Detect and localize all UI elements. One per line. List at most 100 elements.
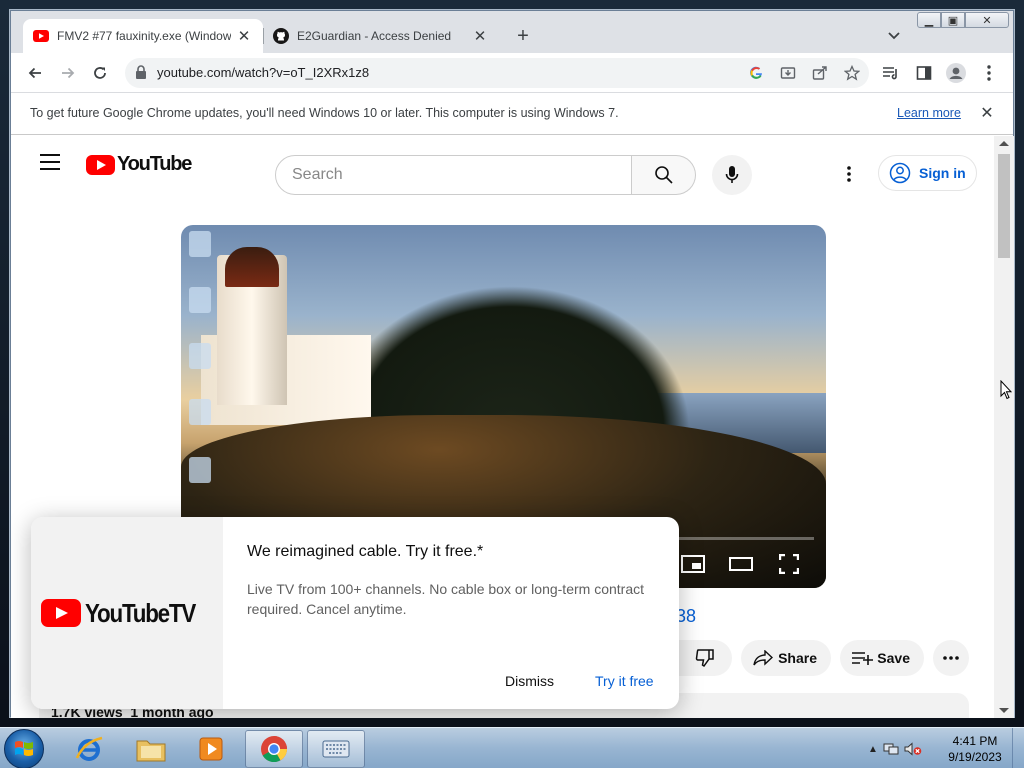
reading-list-button[interactable] bbox=[877, 59, 905, 87]
page-scrollbar[interactable] bbox=[994, 136, 1014, 718]
address-bar[interactable]: youtube.com/watch?v=oT_I2XRx1z8 bbox=[125, 58, 869, 88]
clock-date: 9/19/2023 bbox=[948, 750, 1002, 764]
scroll-up-arrow-icon[interactable] bbox=[999, 141, 1009, 146]
share-icon bbox=[751, 646, 774, 670]
mouse-cursor-icon bbox=[1000, 380, 1012, 400]
youtube-tv-promo-dialog: YouTubeTV We reimagined cable. Try it fr… bbox=[31, 517, 679, 709]
tab-youtube[interactable]: FMV2 #77 fauxinity.exe (Window ✕ bbox=[23, 19, 263, 53]
search-input[interactable]: Search bbox=[275, 155, 632, 195]
playlist-add-icon bbox=[850, 646, 873, 670]
dismiss-button[interactable]: Dismiss bbox=[505, 673, 554, 689]
desktop-icon bbox=[189, 457, 211, 483]
infobar-close-icon[interactable]: ✕ bbox=[977, 103, 997, 123]
learn-more-link[interactable]: Learn more bbox=[897, 106, 961, 120]
side-panel-icon bbox=[916, 66, 932, 80]
youtube-icon bbox=[33, 28, 49, 44]
update-infobar: To get future Google Chrome updates, you… bbox=[11, 93, 1013, 135]
save-button[interactable]: Save bbox=[840, 640, 924, 676]
fullscreen-icon[interactable] bbox=[775, 552, 803, 576]
reload-icon bbox=[94, 67, 106, 79]
share-page-icon[interactable] bbox=[809, 62, 831, 84]
video-title[interactable]: 38 bbox=[676, 606, 696, 627]
file-explorer-icon[interactable] bbox=[122, 730, 180, 768]
github-icon bbox=[273, 28, 289, 44]
network-icon[interactable] bbox=[880, 742, 902, 756]
youtube-page: YouTube Search Sign in 38 Share Save 1.7… bbox=[11, 136, 994, 718]
hamburger-menu-icon[interactable] bbox=[40, 154, 60, 170]
more-horizontal-icon bbox=[943, 656, 959, 660]
voice-search-button[interactable] bbox=[712, 155, 752, 195]
chrome-icon[interactable] bbox=[245, 730, 303, 768]
tab-title: E2Guardian - Access Denied bbox=[297, 29, 452, 43]
sign-in-button[interactable]: Sign in bbox=[878, 155, 977, 191]
search-placeholder: Search bbox=[292, 166, 343, 183]
back-arrow-icon bbox=[28, 67, 41, 79]
on-screen-keyboard-icon[interactable] bbox=[307, 730, 365, 768]
account-icon bbox=[889, 162, 911, 184]
youtube-tv-wordmark: YouTubeTV bbox=[85, 597, 196, 628]
kebab-menu-icon bbox=[987, 65, 991, 81]
volume-muted-icon[interactable] bbox=[902, 742, 924, 756]
share-button[interactable]: Share bbox=[741, 640, 831, 676]
back-button[interactable] bbox=[21, 59, 49, 87]
taskbar-clock[interactable]: 4:41 PM 9/19/2023 bbox=[940, 733, 1010, 765]
scrollbar-thumb[interactable] bbox=[998, 154, 1010, 258]
bookmark-star-icon[interactable] bbox=[841, 62, 863, 84]
tab-strip: FMV2 #77 fauxinity.exe (Window ✕ E2Guard… bbox=[11, 11, 1013, 53]
desktop-icon bbox=[189, 343, 211, 369]
windows-taskbar: ▲ 4:41 PM 9/19/2023 bbox=[0, 727, 1024, 768]
theater-mode-icon[interactable] bbox=[727, 552, 755, 576]
clock-time: 4:41 PM bbox=[952, 734, 998, 748]
windows-logo-icon bbox=[15, 741, 33, 756]
thumbs-down-icon bbox=[695, 649, 714, 668]
tab-e2guardian[interactable]: E2Guardian - Access Denied ✕ bbox=[263, 19, 499, 53]
forward-arrow-icon bbox=[62, 67, 75, 79]
youtube-play-icon bbox=[41, 599, 81, 627]
close-tab-icon[interactable]: ✕ bbox=[235, 27, 253, 45]
google-g-icon[interactable] bbox=[745, 62, 767, 84]
infobar-message: To get future Google Chrome updates, you… bbox=[30, 106, 619, 120]
search-button[interactable] bbox=[632, 155, 696, 195]
profile-button[interactable] bbox=[942, 59, 970, 87]
maximize-button[interactable]: ▣ bbox=[941, 12, 965, 28]
miniplayer-icon[interactable] bbox=[679, 552, 707, 576]
desktop-icon bbox=[189, 287, 211, 313]
toolbar: youtube.com/watch?v=oT_I2XRx1z8 bbox=[11, 53, 1013, 93]
share-label: Share bbox=[778, 650, 817, 666]
settings-menu-button[interactable] bbox=[837, 158, 861, 190]
save-label: Save bbox=[877, 650, 910, 666]
close-window-button[interactable]: ✕ bbox=[965, 12, 1009, 28]
video-frame-lantern bbox=[225, 247, 279, 287]
tab-search-chevron-icon[interactable] bbox=[883, 25, 905, 47]
promo-body: Live TV from 100+ channels. No cable box… bbox=[247, 581, 644, 617]
reload-button[interactable] bbox=[86, 59, 114, 87]
install-app-icon[interactable] bbox=[777, 62, 799, 84]
youtube-tv-logo: YouTubeTV bbox=[41, 598, 213, 629]
new-tab-button[interactable]: + bbox=[511, 24, 535, 48]
url-text: youtube.com/watch?v=oT_I2XRx1z8 bbox=[157, 65, 370, 80]
lock-icon[interactable] bbox=[135, 65, 151, 81]
system-tray: ▲ bbox=[866, 730, 924, 768]
minimize-button[interactable]: ▁ bbox=[917, 12, 941, 28]
side-panel-button[interactable] bbox=[910, 59, 938, 87]
youtube-logo[interactable]: YouTube bbox=[86, 153, 192, 176]
promo-logo-panel: YouTubeTV bbox=[31, 517, 223, 709]
show-hidden-icons-icon[interactable]: ▲ bbox=[866, 744, 880, 755]
forward-button[interactable] bbox=[54, 59, 82, 87]
youtube-wordmark: YouTube bbox=[117, 153, 192, 175]
desktop-icon bbox=[189, 231, 211, 257]
start-button[interactable] bbox=[4, 729, 44, 768]
show-desktop-button[interactable] bbox=[1012, 728, 1024, 768]
dislike-button[interactable] bbox=[677, 640, 732, 676]
sign-in-label: Sign in bbox=[919, 165, 966, 181]
media-player-icon[interactable] bbox=[182, 730, 240, 768]
search-icon bbox=[654, 166, 673, 184]
try-it-free-button[interactable]: Try it free bbox=[595, 673, 654, 689]
internet-explorer-icon[interactable] bbox=[60, 730, 118, 768]
close-tab-icon[interactable]: ✕ bbox=[471, 27, 489, 45]
media-queue-icon bbox=[883, 67, 897, 80]
chrome-window: FMV2 #77 fauxinity.exe (Window ✕ E2Guard… bbox=[10, 10, 1014, 718]
more-actions-button[interactable] bbox=[933, 640, 969, 676]
chrome-menu-button[interactable] bbox=[975, 59, 1003, 87]
scroll-down-arrow-icon[interactable] bbox=[999, 708, 1009, 713]
